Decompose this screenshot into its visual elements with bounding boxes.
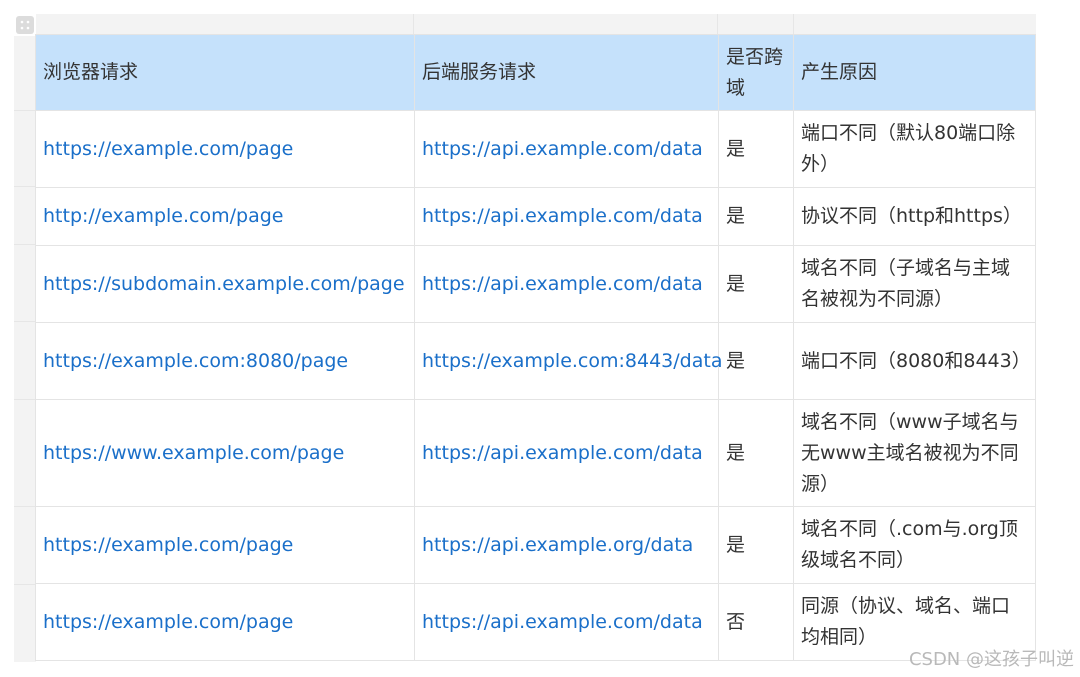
backend-request-link[interactable]: https://example.com:8443/data xyxy=(414,322,722,400)
reason-text: 域名不同（子域名与主域名被视为不同源） xyxy=(793,245,1036,323)
browser-request-link[interactable]: https://www.example.com/page xyxy=(35,399,415,507)
backend-request-link[interactable]: https://api.example.com/data xyxy=(414,187,719,246)
cross-origin-value: 是 xyxy=(718,322,794,400)
table-row: https://example.com/page https://api.exa… xyxy=(35,583,1036,661)
row-handle-bar[interactable] xyxy=(14,36,36,662)
cross-origin-value: 是 xyxy=(718,506,794,584)
backend-request-link[interactable]: https://api.example.com/data xyxy=(414,110,719,188)
table-row: https://subdomain.example.com/page https… xyxy=(35,245,1036,323)
cross-origin-value: 否 xyxy=(718,583,794,661)
header-backend-request: 后端服务请求 xyxy=(414,34,719,111)
cross-origin-value: 是 xyxy=(718,187,794,246)
cross-origin-value: 是 xyxy=(718,245,794,323)
reason-text: 端口不同（默认80端口除外） xyxy=(793,110,1036,188)
table-row: https://example.com/page https://api.exa… xyxy=(35,110,1036,188)
header-cross-origin: 是否跨域 xyxy=(718,34,794,111)
reason-text: 协议不同（http和https） xyxy=(793,187,1036,246)
reason-text: 域名不同（www子域名与无www主域名被视为不同源） xyxy=(793,399,1036,507)
browser-request-link[interactable]: https://example.com/page xyxy=(35,583,415,661)
cross-origin-value: 是 xyxy=(718,399,794,507)
cross-origin-value: 是 xyxy=(718,110,794,188)
backend-request-link[interactable]: https://api.example.com/data xyxy=(414,583,719,661)
column-handle-bar[interactable] xyxy=(36,14,1036,34)
watermark: CSDN @这孩子叫逆 xyxy=(908,649,1074,670)
reason-text: 端口不同（8080和8443） xyxy=(793,322,1036,400)
browser-request-link[interactable]: https://subdomain.example.com/page xyxy=(35,245,415,323)
table-header-row: 浏览器请求 后端服务请求 是否跨域 产生原因 xyxy=(35,34,1036,111)
browser-request-link[interactable]: https://example.com:8080/page xyxy=(35,322,415,400)
browser-request-link[interactable]: http://example.com/page xyxy=(35,187,415,246)
cors-comparison-table: 浏览器请求 后端服务请求 是否跨域 产生原因 https://example.c… xyxy=(35,34,1036,661)
page: 浏览器请求 后端服务请求 是否跨域 产生原因 https://example.c… xyxy=(0,0,1080,677)
table-row: https://example.com:8080/page https://ex… xyxy=(35,322,1036,400)
backend-request-link[interactable]: https://api.example.com/data xyxy=(414,245,719,323)
grid-handle-icon[interactable] xyxy=(16,16,34,34)
table-row: https://example.com/page https://api.exa… xyxy=(35,506,1036,584)
backend-request-link[interactable]: https://api.example.com/data xyxy=(414,399,719,507)
table-row: https://www.example.com/page https://api… xyxy=(35,399,1036,507)
browser-request-link[interactable]: https://example.com/page xyxy=(35,110,415,188)
backend-request-link[interactable]: https://api.example.org/data xyxy=(414,506,719,584)
reason-text: 域名不同（.com与.org顶级域名不同） xyxy=(793,506,1036,584)
browser-request-link[interactable]: https://example.com/page xyxy=(35,506,415,584)
header-browser-request: 浏览器请求 xyxy=(35,34,415,111)
table-row: http://example.com/page https://api.exam… xyxy=(35,187,1036,246)
header-reason: 产生原因 xyxy=(793,34,1036,111)
